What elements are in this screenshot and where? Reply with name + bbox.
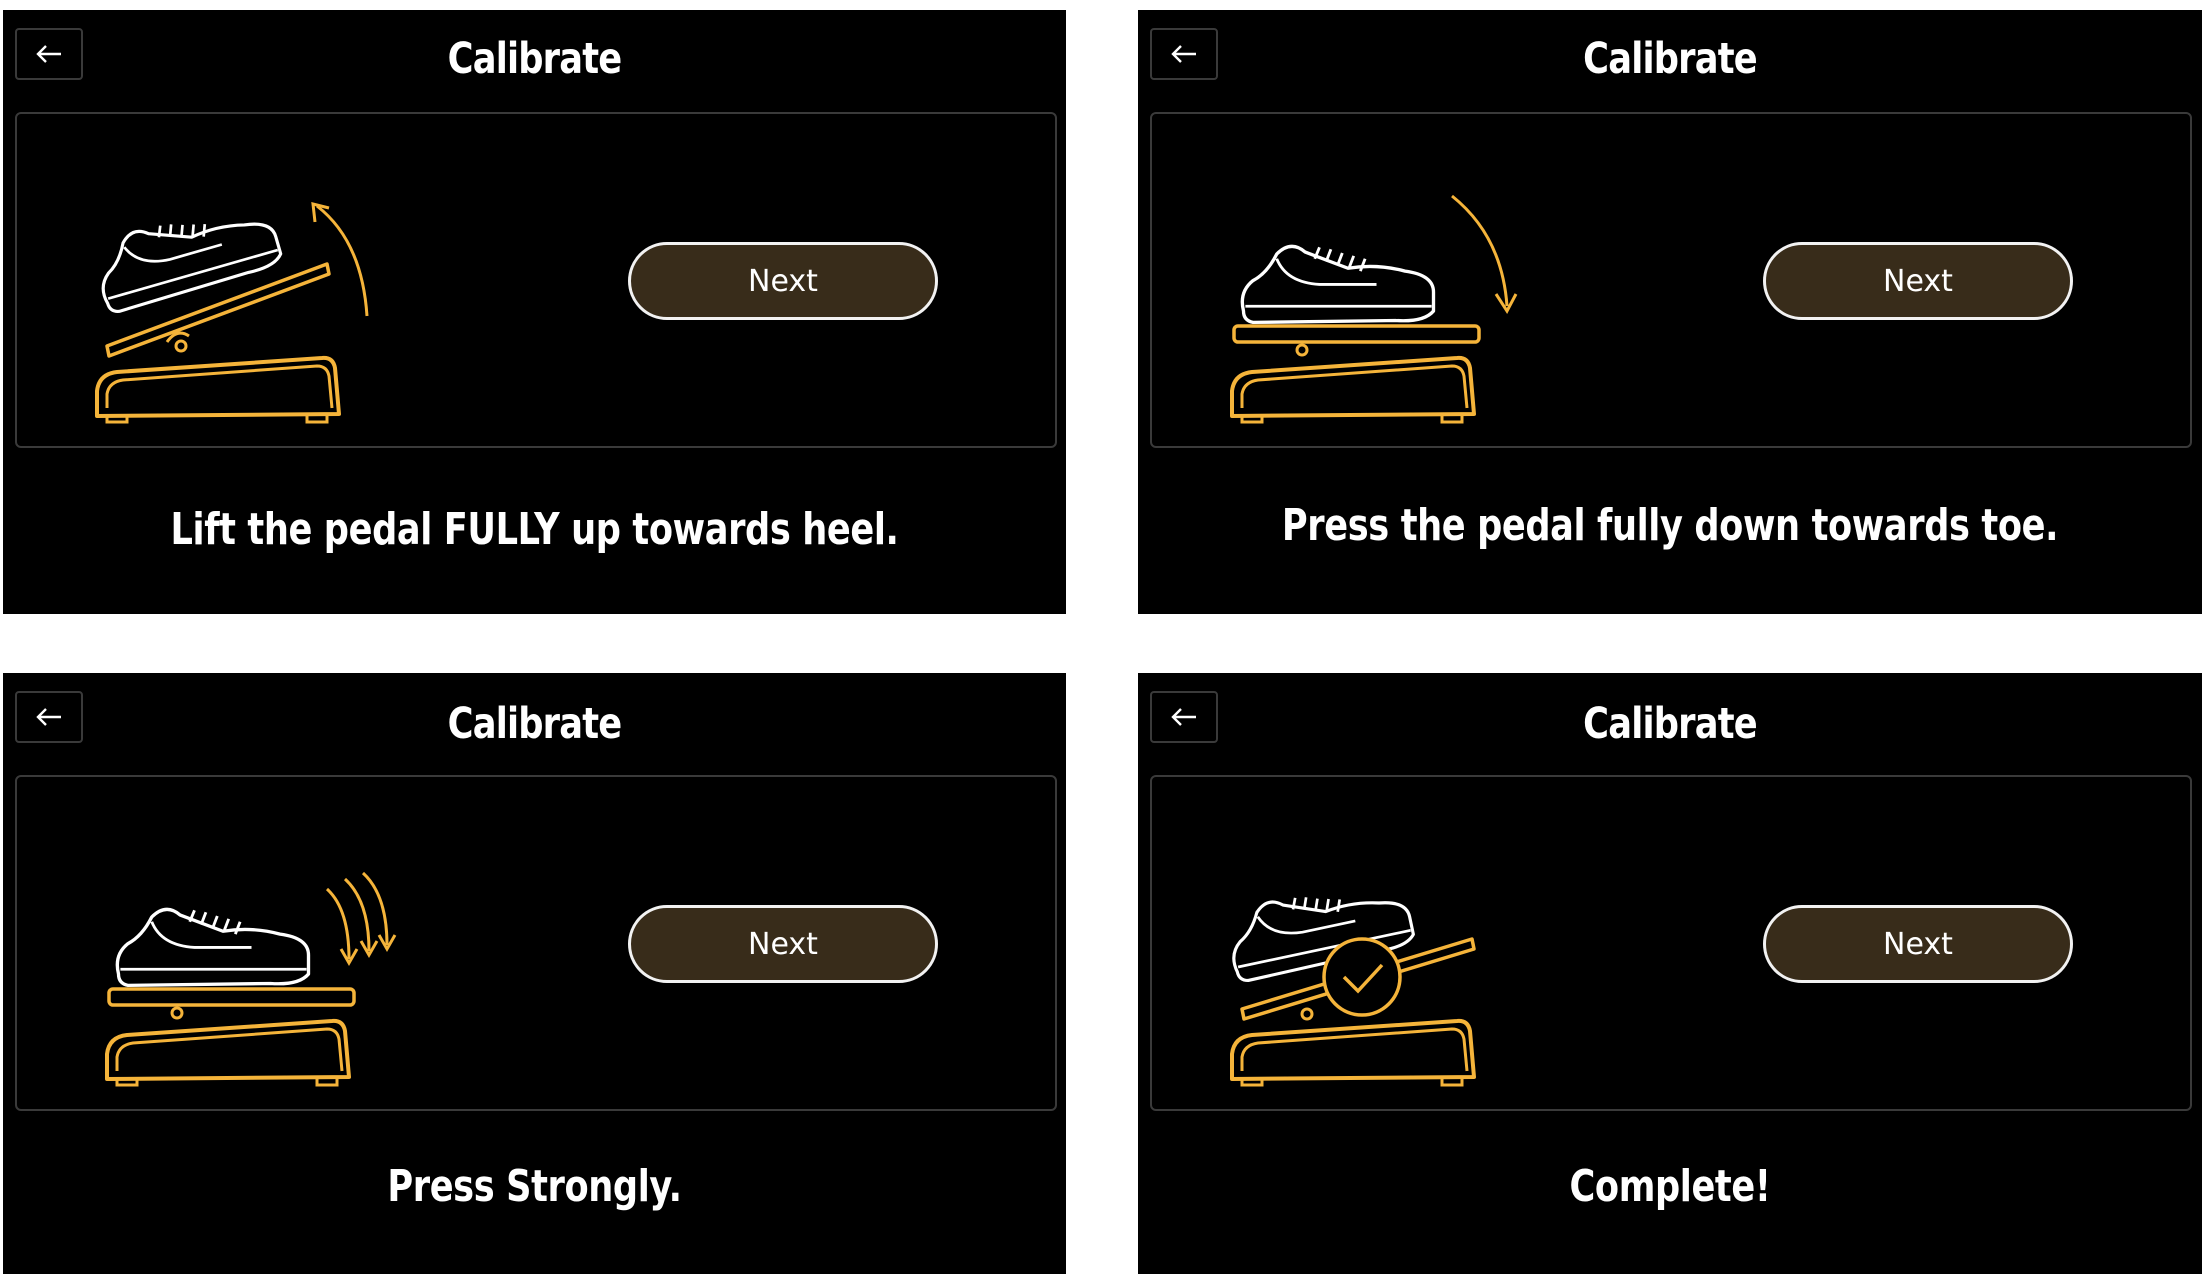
page-title: Calibrate [1583,699,1757,749]
page-title: Calibrate [447,34,622,84]
instruction-panel: Next [15,775,1057,1111]
back-button[interactable] [1150,691,1218,743]
back-button[interactable] [15,691,83,743]
instruction-text: Press the pedal fully down towards toe. [1281,500,2059,551]
next-button[interactable]: Next [628,905,938,983]
instruction-panel: Next [1150,775,2192,1111]
next-button[interactable]: Next [1763,905,2073,983]
page-title: Calibrate [1583,34,1757,84]
pedal-complete-check-icon [1221,872,1476,1087]
instruction-text: Lift the pedal FULLY up towards heel. [170,504,899,555]
back-button[interactable] [1150,28,1218,80]
instruction-text: Complete! [1569,1161,1771,1212]
next-button[interactable]: Next [1763,242,2073,320]
pedal-toe-down-icon [1230,194,1518,424]
back-arrow-icon [1171,45,1196,63]
back-arrow-icon [1171,708,1196,726]
pedal-press-strong-icon [105,871,397,1087]
pedal-heel-up-icon [88,193,369,424]
back-arrow-icon [36,45,61,63]
calibrate-screen-1: Calibrate Next Lift the pedal FULLY up t… [3,10,1066,614]
calibrate-screen-2: Calibrate Next Press the pedal fully dow… [1138,10,2202,614]
instruction-panel: Next [15,112,1057,448]
instruction-panel: Next [1150,112,2192,448]
next-button[interactable]: Next [628,242,938,320]
calibrate-screen-4: Calibrate Next Complete! [1138,673,2202,1274]
calibrate-screen-3: Calibrate Next Press Strongly. [3,673,1066,1274]
instruction-text: Press Strongly. [387,1161,682,1212]
back-arrow-icon [36,708,61,726]
page-title: Calibrate [447,699,622,749]
back-button[interactable] [15,28,83,80]
